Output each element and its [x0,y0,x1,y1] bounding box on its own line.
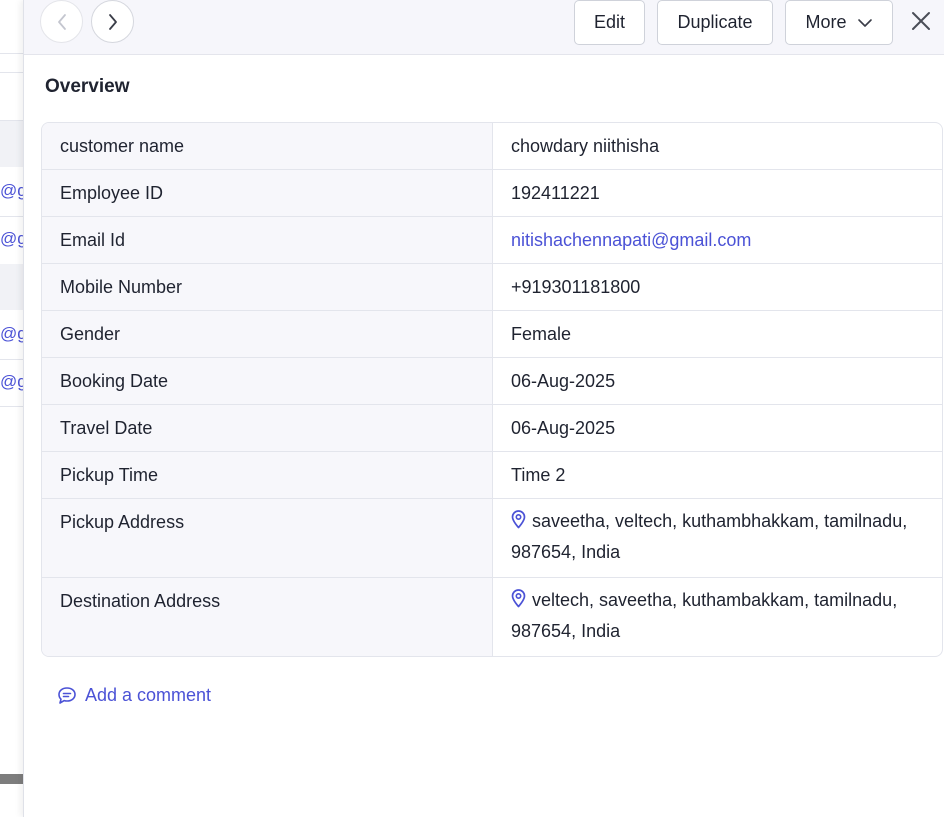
add-comment-label: Add a comment [85,685,212,705]
field-label: customer name [42,123,493,169]
destination-address-cell: veltech, saveetha, kuthambakkam, tamilna… [493,578,942,656]
overview-title: Overview [45,76,130,97]
table-row: Booking Date 06-Aug-2025 [42,357,942,404]
add-comment-button[interactable]: Add a comment [57,685,211,706]
field-label: Employee ID [42,170,493,216]
destination-address-text: veltech, saveetha, kuthambakkam, tamilna… [511,590,898,641]
location-pin-icon [511,510,526,529]
table-row: Destination Address veltech, saveetha, k… [42,577,942,656]
background-page: @g @g @g @g [0,0,24,817]
edit-button[interactable]: Edit [574,0,645,45]
field-label: Gender [42,311,493,357]
field-label: Travel Date [42,405,493,451]
table-row: Employee ID 192411221 [42,169,942,216]
pickup-address-text: saveetha, veltech, kuthambhakkam, tamiln… [511,511,908,562]
table-row: Travel Date 06-Aug-2025 [42,404,942,451]
field-label: Pickup Time [42,452,493,498]
table-row: Email Id nitishachennapati@gmail.com [42,216,942,263]
previous-record-button[interactable] [40,0,83,43]
comment-icon [58,687,76,704]
more-button-label: More [805,12,847,32]
close-icon [912,12,930,30]
table-row: Mobile Number +919301181800 [42,263,942,310]
divider [0,72,24,73]
overview-table: customer name chowdary niithisha Employe… [41,122,943,657]
background-email-fragment: @g [0,181,24,200]
background-email-fragment: @g [0,229,24,248]
next-record-button[interactable] [91,0,134,43]
email-link[interactable]: nitishachennapati@gmail.com [511,230,751,250]
background-group-row [0,264,24,310]
field-label: Email Id [42,217,493,263]
divider [0,216,24,217]
chevron-left-icon [57,13,66,30]
divider [0,359,24,360]
field-label: Pickup Address [42,499,493,577]
record-detail-drawer: Edit Duplicate More Overview customer na… [23,0,944,817]
close-drawer-button[interactable] [908,8,934,34]
field-label: Mobile Number [42,264,493,310]
drawer-header: Edit Duplicate More [24,0,944,55]
field-value: 06-Aug-2025 [511,418,616,438]
field-label: Destination Address [42,578,493,656]
table-row: Pickup Address saveetha, veltech, kutham… [42,498,942,577]
more-button[interactable]: More [785,0,893,45]
table-row: customer name chowdary niithisha [42,123,942,169]
field-value: Female [511,324,572,344]
background-group-row [0,121,24,167]
horizontal-scrollbar[interactable] [0,774,24,784]
location-pin-icon [511,589,526,608]
table-row: Gender Female [42,310,942,357]
field-value: Time 2 [511,465,566,485]
chevron-down-icon [857,18,872,27]
chevron-right-icon [108,13,117,30]
divider [0,53,24,54]
field-value: chowdary niithisha [511,136,660,156]
field-value: +919301181800 [511,277,641,297]
field-value: 06-Aug-2025 [511,371,616,391]
divider [0,406,24,407]
field-label: Booking Date [42,358,493,404]
email-cell: nitishachennapati@gmail.com [493,217,942,263]
duplicate-button[interactable]: Duplicate [657,0,773,45]
table-row: Pickup Time Time 2 [42,451,942,498]
field-value: 192411221 [511,183,600,203]
background-email-fragment: @g [0,324,24,343]
background-email-fragment: @g [0,372,24,391]
pickup-address-cell: saveetha, veltech, kuthambhakkam, tamiln… [493,499,942,577]
